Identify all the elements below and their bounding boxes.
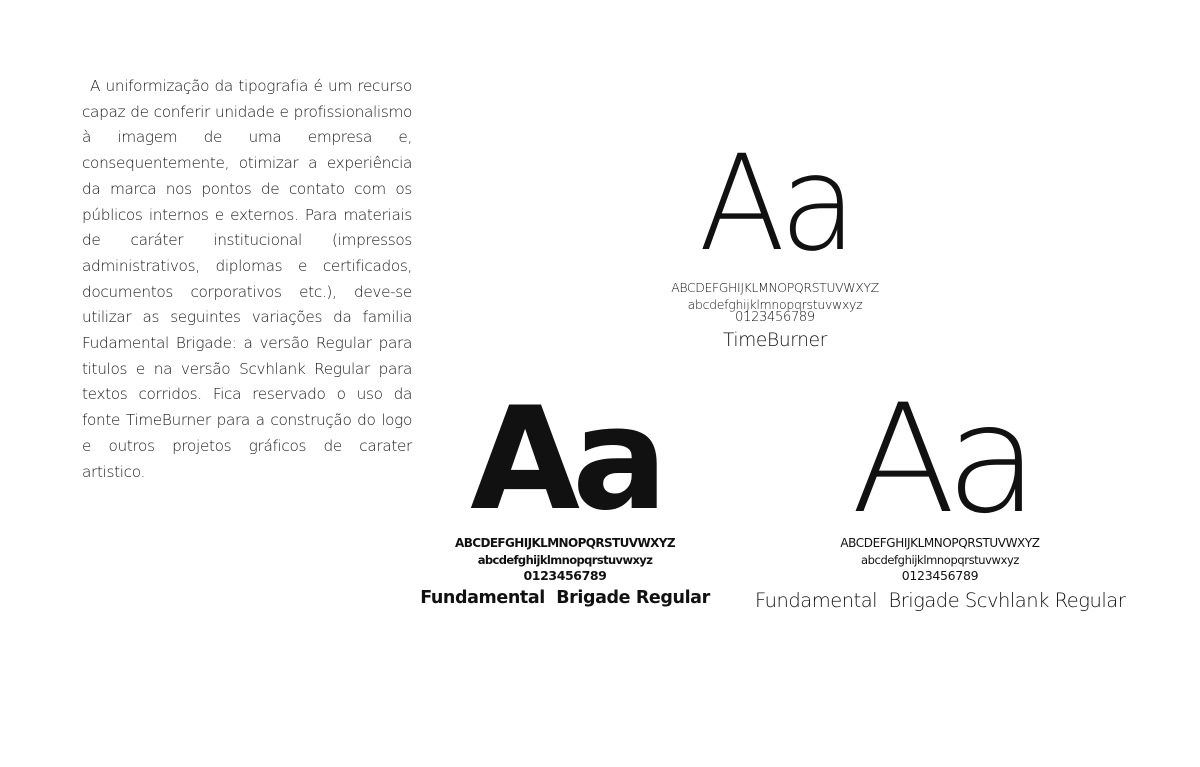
fb-regular-digits-sample: 0123456789	[523, 568, 607, 583]
fb-regular-font-name: Fundamental Brigade Regular	[420, 588, 710, 608]
fundamental-brigade-scvhlank-specimen: Aa ABCDEFGHIJKLMNOPQRSTUVWXYZ abcdefghij…	[755, 385, 1126, 612]
timeburner-uppercase-sample: ABCDEFGHIJKLMNOPQRSTUVWXYZ	[671, 280, 879, 295]
fb-scvhlank-digits-sample: 0123456789	[901, 568, 979, 583]
fb-regular-lowercase-sample: abcdefghijklmnopqrstuvwxyz	[477, 553, 653, 567]
fundamental-brigade-regular-specimen: Aa ABCDEFGHIJKLMNOPQRSTUVWXYZ abcdefghij…	[420, 377, 710, 609]
fb-regular-uppercase-sample: ABCDEFGHIJKLMNOPQRSTUVWXYZ	[455, 536, 676, 550]
fb-regular-glyph-sample: Aa	[470, 377, 668, 542]
fb-scvhlank-glyph-sample: Aa	[850, 373, 1039, 547]
timeburner-font-name: TimeBurner	[722, 330, 828, 351]
timeburner-digits-sample: 0123456789	[735, 310, 815, 325]
typography-intro-paragraph: A uniformização da tipografia é um re­cu…	[82, 77, 412, 481]
timeburner-glyph-sample: Aa	[698, 127, 858, 281]
fb-scvhlank-font-name: Fundamental Brigade Scvhlank Regular	[755, 589, 1126, 612]
fb-scvhlank-lowercase-sample: abcdefghijklmnopqrstuvwxyz	[860, 553, 1020, 567]
timeburner-specimen: Aa ABCDEFGHIJKLMNOPQRSTUVWXYZ abcdefghij…	[640, 127, 910, 351]
